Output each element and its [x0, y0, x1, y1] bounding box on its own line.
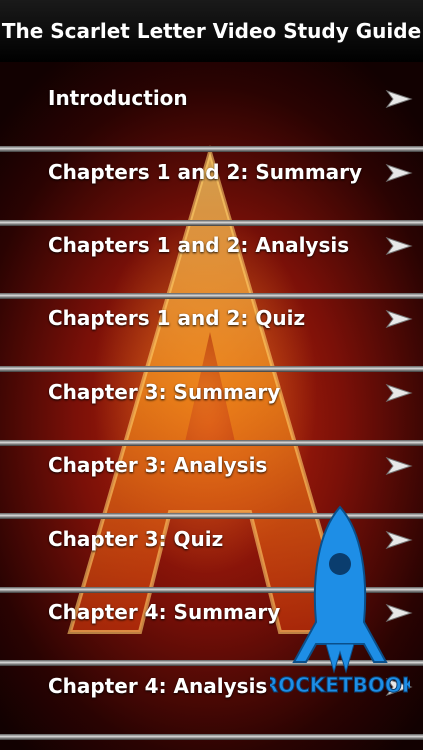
list-item-introduction[interactable]: Introduction: [0, 62, 423, 134]
list-item-chapters-1-2-quiz[interactable]: Chapters 1 and 2: Quiz: [0, 282, 423, 354]
chevron-right-arrow-icon: [385, 457, 413, 475]
list-item-label: Chapter 3: Analysis: [48, 453, 268, 477]
chevron-right-arrow-icon: [385, 237, 413, 255]
list-item-label: Chapter 4: Analysis: [48, 674, 268, 698]
list-item-label: Introduction: [48, 86, 188, 110]
list-item-label: Chapters 1 and 2: Analysis: [48, 233, 350, 257]
list-item-label: Chapters 1 and 2: Summary: [48, 160, 363, 184]
chevron-right-arrow-icon: [385, 90, 413, 108]
list-item-label: Chapter 3: Quiz: [48, 527, 224, 551]
rocketbook-logo: ROCKETBOOK: [270, 505, 410, 698]
list-item-label: Chapter 4: Summary: [48, 600, 281, 624]
chevron-right-arrow-icon: [385, 384, 413, 402]
list-item-chapter-3-summary[interactable]: Chapter 3: Summary: [0, 356, 423, 428]
chevron-right-arrow-icon: [385, 310, 413, 328]
nav-title-bar: The Scarlet Letter Video Study Guide: [0, 0, 423, 62]
row-divider: [0, 734, 423, 740]
page-title: The Scarlet Letter Video Study Guide: [1, 19, 422, 43]
list-item-chapters-1-2-summary[interactable]: Chapters 1 and 2: Summary: [0, 136, 423, 208]
list-item-chapters-1-2-analysis[interactable]: Chapters 1 and 2: Analysis: [0, 209, 423, 281]
list-item-chapter-3-analysis[interactable]: Chapter 3: Analysis: [0, 429, 423, 501]
list-item-label: Chapters 1 and 2: Quiz: [48, 306, 306, 330]
list-item-label: Chapter 3: Summary: [48, 380, 281, 404]
chevron-right-arrow-icon: [385, 164, 413, 182]
chapter-list: Introduction Chapters 1 and 2: Summary C…: [0, 62, 423, 750]
rocketbook-logo-text: ROCKETBOOK: [270, 673, 410, 697]
